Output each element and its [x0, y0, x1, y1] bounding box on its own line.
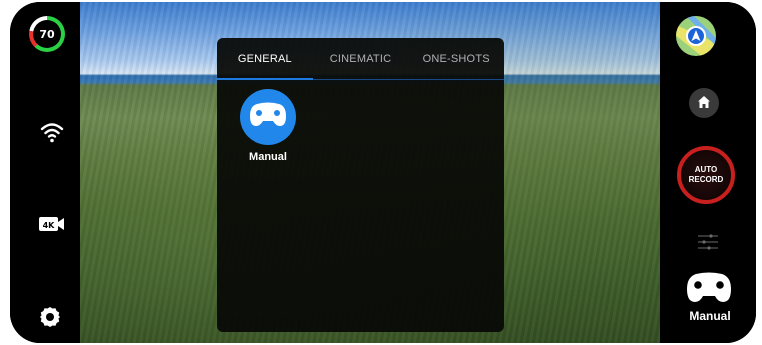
- current-mode-label[interactable]: Manual: [668, 309, 752, 323]
- mode-circle: [240, 89, 296, 145]
- home-icon: [697, 94, 711, 113]
- record-label-line1: AUTO: [694, 165, 718, 174]
- wifi-icon[interactable]: [38, 120, 66, 144]
- record-label-line2: RECORD: [688, 175, 724, 184]
- mode-label: Manual: [249, 151, 287, 163]
- flight-mode-menu: GENERAL CINEMATIC ONE-SHOTS Manual: [217, 38, 504, 332]
- tab-cinematic[interactable]: CINEMATIC: [313, 38, 409, 79]
- gamepad-icon: [249, 102, 287, 132]
- auto-record-label: AUTO RECORD: [684, 165, 728, 185]
- sliders-icon[interactable]: [697, 232, 719, 252]
- 4k-camera-icon[interactable]: 4K: [38, 214, 66, 234]
- mode-tile-manual[interactable]: Manual: [237, 89, 299, 167]
- gamepad-icon[interactable]: [686, 272, 732, 304]
- active-tab-indicator: [217, 78, 313, 80]
- map-navigation-icon[interactable]: [674, 14, 718, 58]
- mode-tabs: GENERAL CINEMATIC ONE-SHOTS: [217, 38, 504, 80]
- tab-one-shots[interactable]: ONE-SHOTS: [408, 38, 504, 79]
- auto-record-button[interactable]: AUTO RECORD: [677, 146, 735, 204]
- battery-level: 70: [33, 20, 61, 48]
- left-toolbar: [10, 2, 80, 343]
- gear-icon[interactable]: [37, 304, 63, 330]
- tab-general[interactable]: GENERAL: [217, 38, 313, 79]
- svg-text:4K: 4K: [43, 221, 56, 230]
- battery-gauge[interactable]: 70: [29, 16, 65, 52]
- home-button[interactable]: [689, 88, 719, 118]
